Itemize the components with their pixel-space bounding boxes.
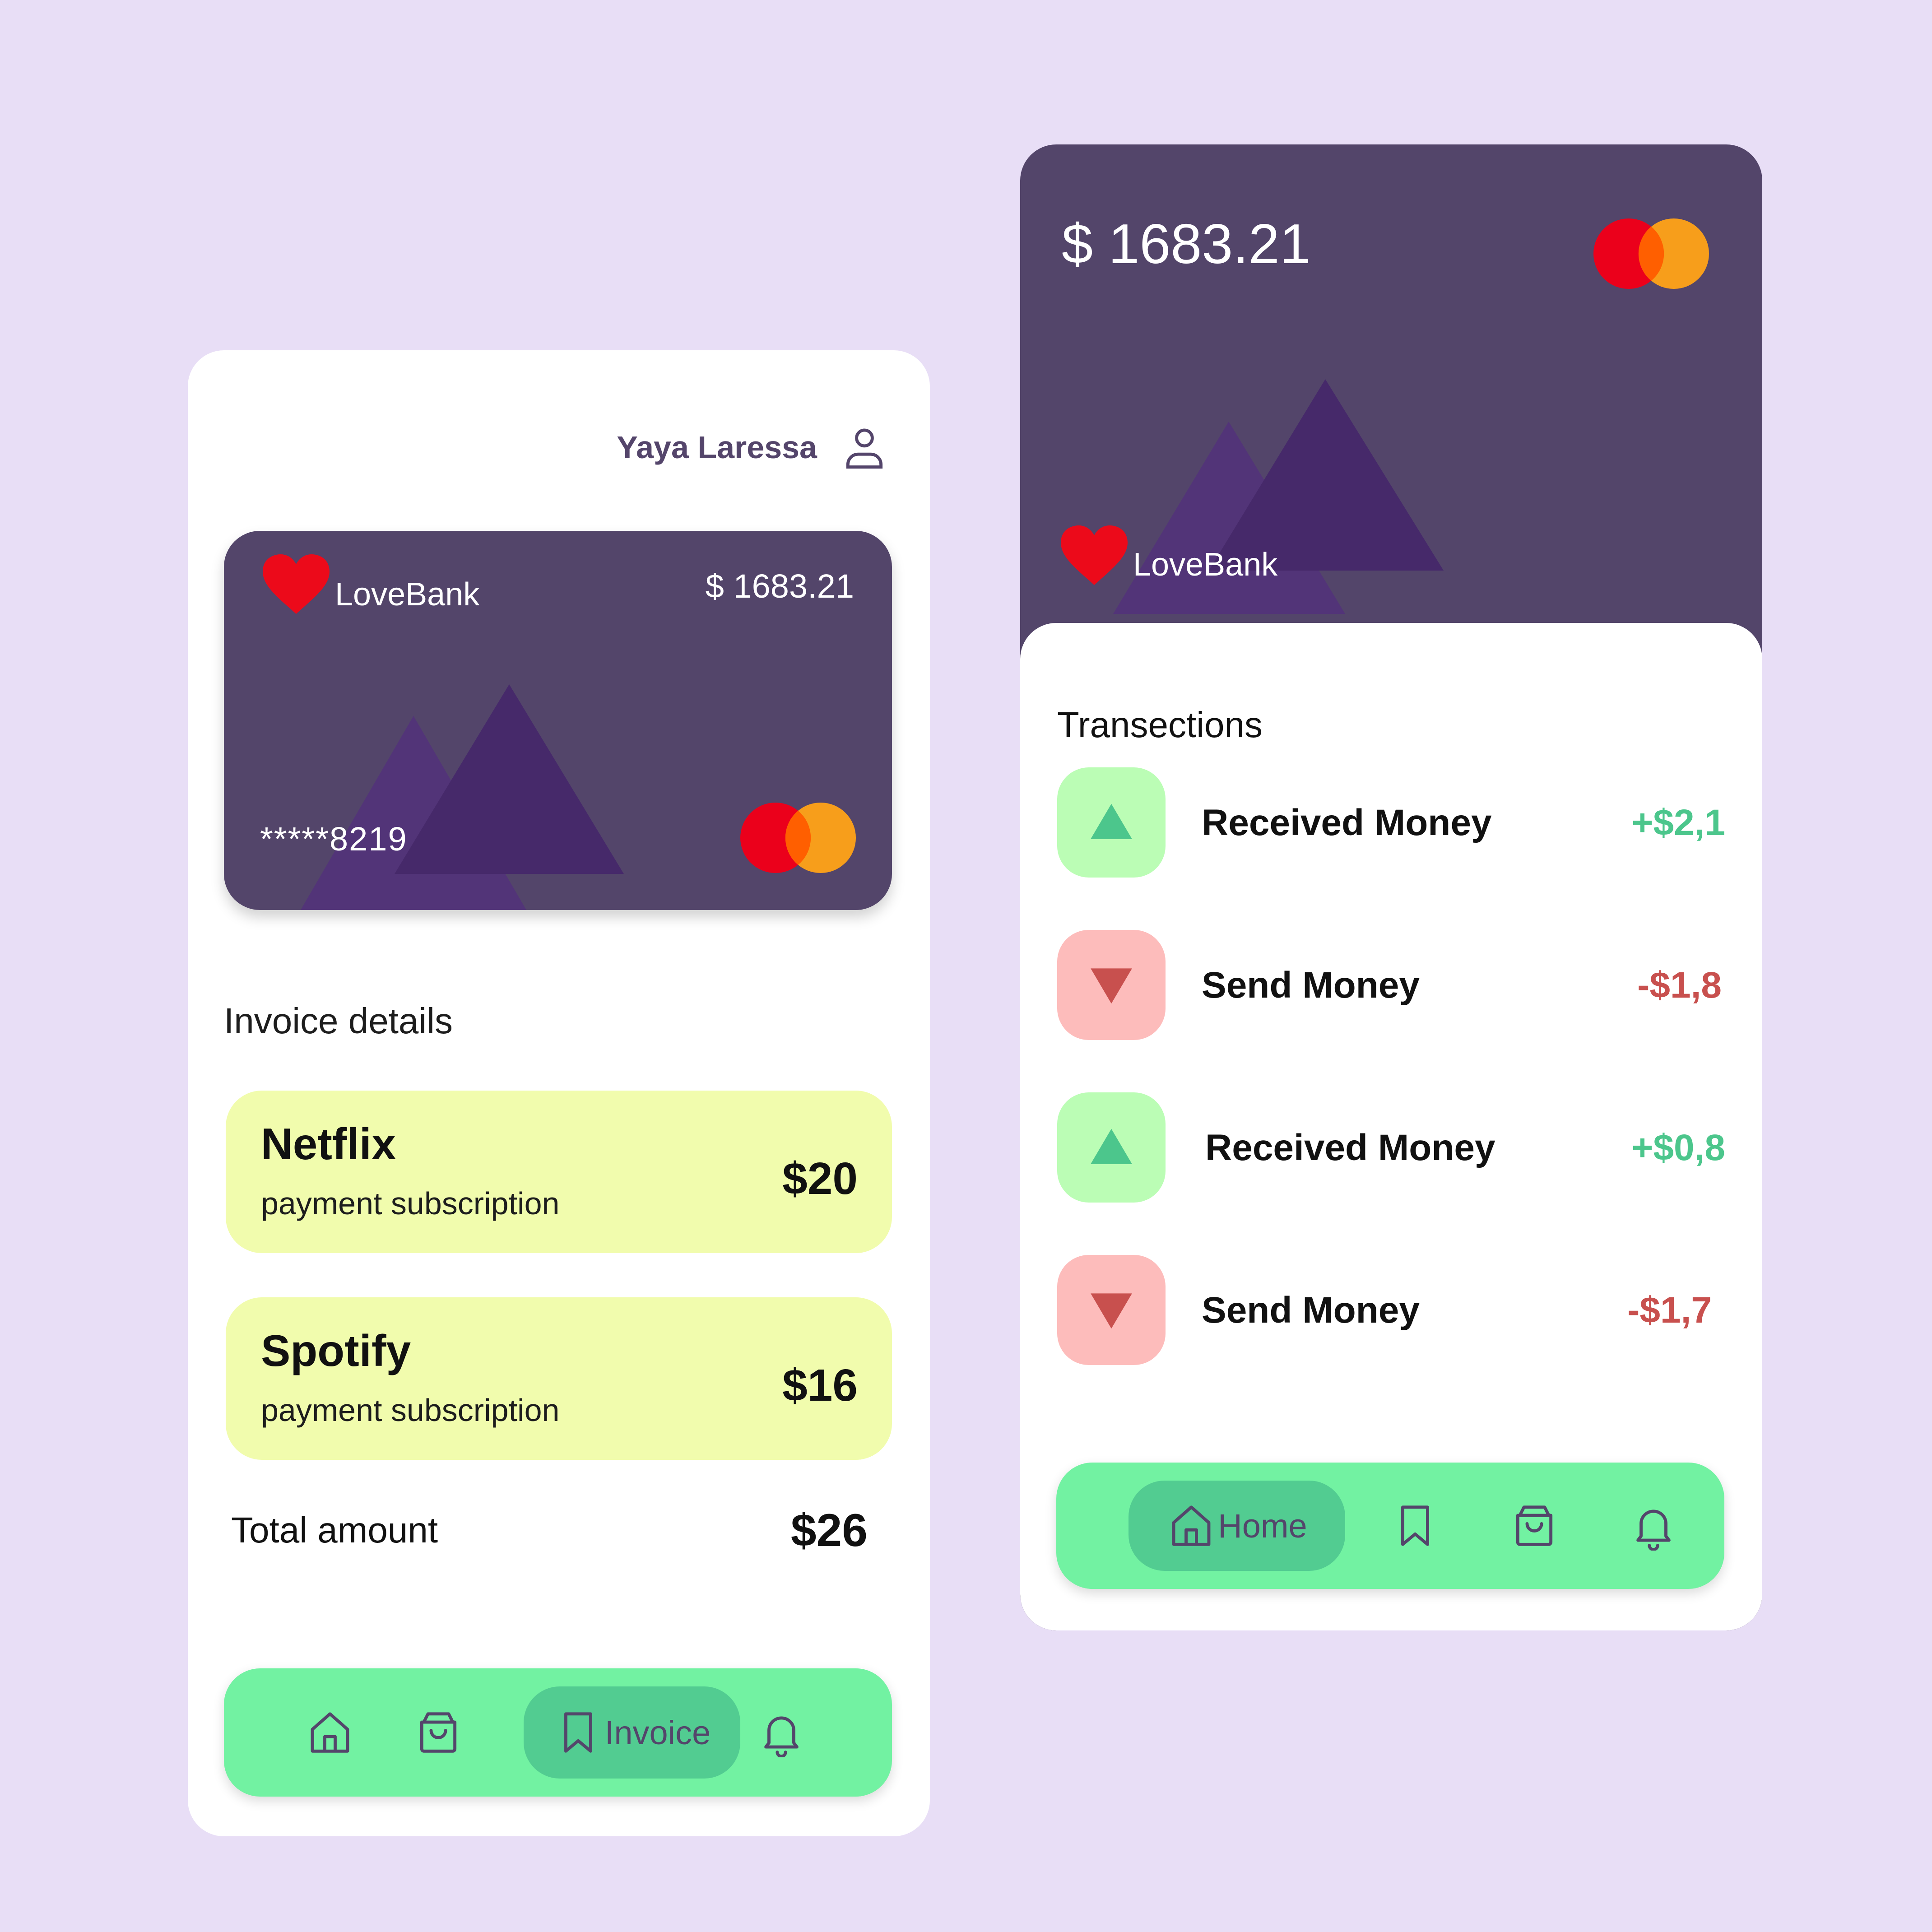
nav-home[interactable] bbox=[305, 1708, 355, 1757]
transaction-icon bbox=[1057, 1255, 1166, 1365]
mastercard-logo-icon bbox=[740, 803, 856, 873]
card-brand: LoveBank bbox=[260, 553, 479, 616]
invoice-subtitle: payment subscription bbox=[261, 1186, 560, 1221]
account-balance: $ 1683.21 bbox=[1062, 213, 1311, 275]
invoice-item-netflix[interactable]: Netflix payment subscription $20 bbox=[226, 1091, 892, 1253]
home-screen: $ 1683.21 LoveBank Transections Received… bbox=[1020, 144, 1762, 1630]
bank-card[interactable]: LoveBank $ 1683.21 *****8219 bbox=[224, 531, 892, 910]
nav-invoice-label: Invoice bbox=[604, 1714, 711, 1751]
nav-shop[interactable] bbox=[413, 1708, 463, 1757]
transaction-row[interactable]: Received Money +$0,8 bbox=[1057, 1092, 1725, 1203]
bottom-navbar: Invoice bbox=[224, 1668, 892, 1797]
heart-logo-icon bbox=[263, 554, 330, 614]
transaction-row[interactable]: Received Money +$2,1 bbox=[1057, 767, 1725, 878]
bottom-navbar: Home bbox=[1056, 1463, 1724, 1589]
nav-home-label: Home bbox=[1218, 1507, 1307, 1545]
nav-notifications[interactable] bbox=[757, 1708, 806, 1757]
arrow-down-icon bbox=[1091, 968, 1132, 1004]
card-brand: LoveBank bbox=[1058, 524, 1277, 587]
nav-home[interactable]: Home bbox=[1129, 1481, 1345, 1571]
total-amount-label: Total amount bbox=[231, 1510, 438, 1550]
invoice-name: Netflix bbox=[261, 1119, 396, 1169]
invoice-subtitle: payment subscription bbox=[261, 1393, 560, 1428]
card-balance: $ 1683.21 bbox=[705, 567, 854, 605]
transaction-icon bbox=[1057, 1092, 1166, 1203]
invoice-item-spotify[interactable]: Spotify payment subscription $16 bbox=[226, 1297, 892, 1460]
card-brand-name: LoveBank bbox=[1133, 547, 1278, 583]
user-header[interactable]: Yaya Laressa bbox=[617, 423, 889, 472]
user-name: Yaya Laressa bbox=[617, 430, 817, 465]
arrow-up-icon bbox=[1091, 1129, 1132, 1164]
card-number: *****8219 bbox=[260, 820, 408, 858]
nav-saved[interactable] bbox=[1390, 1501, 1440, 1551]
user-icon[interactable] bbox=[840, 423, 889, 472]
transaction-icon bbox=[1057, 930, 1166, 1040]
home-icon bbox=[311, 1712, 349, 1753]
transaction-label: Send Money bbox=[1202, 965, 1420, 1006]
transaction-amount: +$2,1 bbox=[1631, 802, 1725, 843]
transaction-amount: -$1,8 bbox=[1637, 965, 1722, 1006]
card-brand-name: LoveBank bbox=[335, 576, 480, 613]
transactions-title: Transections bbox=[1057, 705, 1263, 745]
transaction-amount: +$0,8 bbox=[1631, 1127, 1725, 1168]
invoice-name: Spotify bbox=[261, 1326, 411, 1375]
invoice-details-title: Invoice details bbox=[224, 1001, 453, 1041]
shopping-bag-icon bbox=[420, 1712, 457, 1753]
nav-shop[interactable] bbox=[1509, 1501, 1559, 1551]
transaction-label: Received Money bbox=[1202, 802, 1492, 843]
bell-icon bbox=[1636, 1509, 1671, 1551]
transaction-label: Send Money bbox=[1202, 1290, 1420, 1331]
shopping-bag-icon bbox=[1516, 1505, 1553, 1546]
bookmark-icon bbox=[564, 1712, 592, 1753]
heart-logo-icon bbox=[1061, 525, 1128, 585]
nav-notifications[interactable] bbox=[1629, 1501, 1678, 1551]
transaction-icon bbox=[1057, 767, 1166, 878]
arrow-down-icon bbox=[1091, 1293, 1132, 1329]
arrow-up-icon bbox=[1091, 803, 1132, 839]
nav-invoice[interactable]: Invoice bbox=[524, 1686, 740, 1779]
invoice-screen: Yaya Laressa LoveBank $ 1683.21 *****821… bbox=[188, 350, 930, 1836]
invoice-amount: $16 bbox=[782, 1360, 858, 1411]
transaction-label: Received Money bbox=[1205, 1127, 1495, 1168]
transaction-row[interactable]: Send Money -$1,7 bbox=[1057, 1255, 1725, 1365]
transaction-amount: -$1,7 bbox=[1627, 1290, 1712, 1331]
home-icon bbox=[1172, 1505, 1211, 1546]
transaction-row[interactable]: Send Money -$1,8 bbox=[1057, 930, 1725, 1040]
total-amount-value: $26 bbox=[790, 1505, 868, 1556]
mastercard-logo-icon bbox=[1593, 218, 1709, 289]
invoice-amount: $20 bbox=[782, 1153, 858, 1204]
bookmark-icon bbox=[1401, 1505, 1429, 1546]
bell-icon bbox=[764, 1716, 799, 1757]
